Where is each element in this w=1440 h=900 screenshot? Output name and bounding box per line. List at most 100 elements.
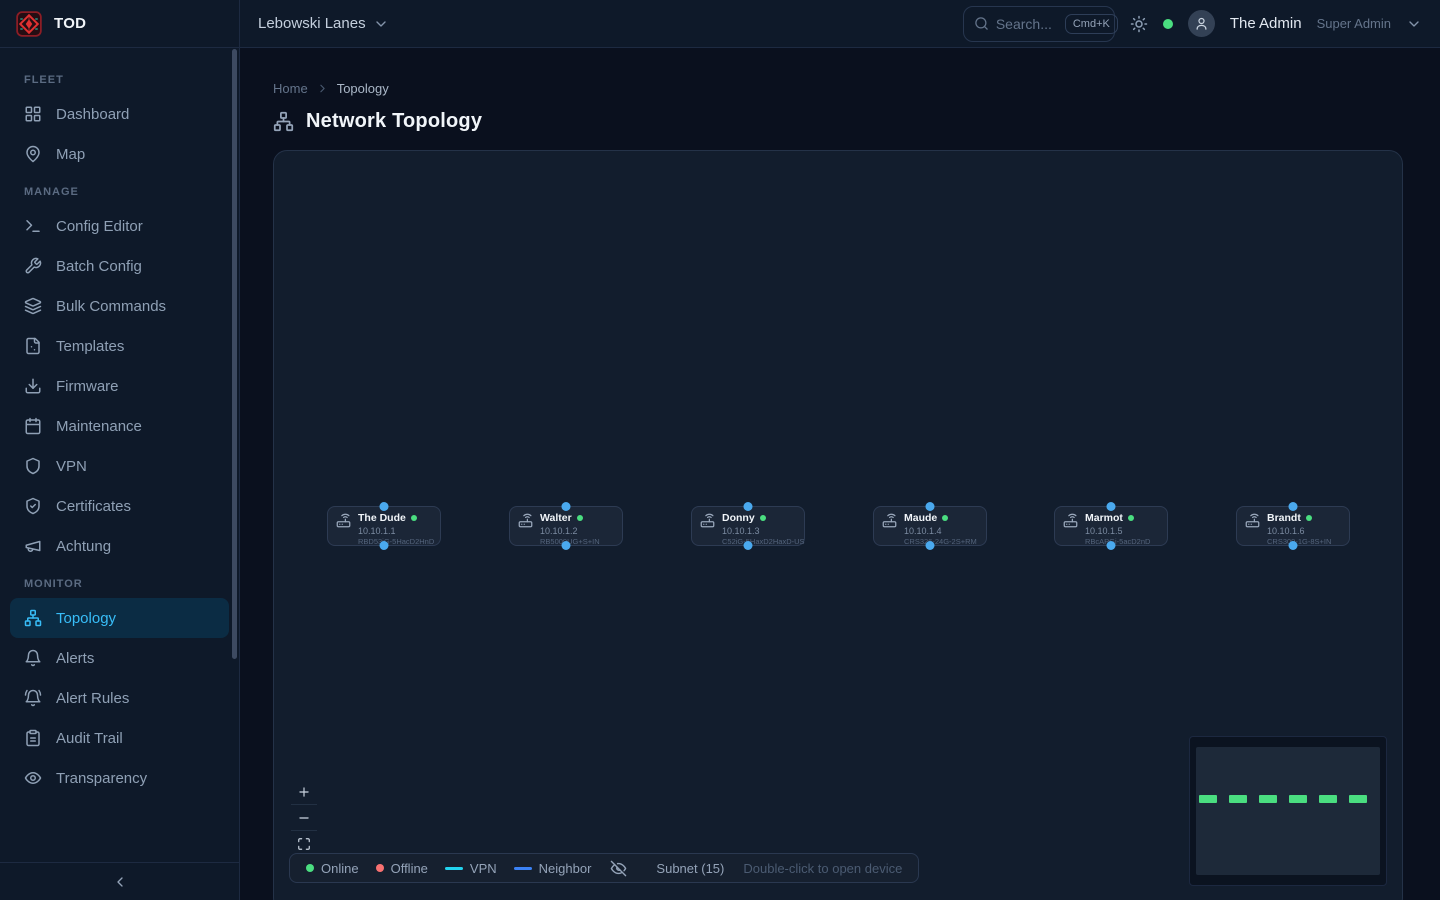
node-name: Maude	[904, 512, 937, 524]
sidebar-item-label: Audit Trail	[56, 730, 123, 747]
node-handle-top[interactable]	[562, 502, 571, 511]
wrench-icon	[24, 257, 42, 275]
node-model: CRS309-1G-8S+IN	[1267, 538, 1331, 547]
node-status-dot	[1306, 515, 1312, 521]
legend-neighbor-label: Neighbor	[539, 861, 592, 876]
sidebar-item-transparency[interactable]: Transparency	[10, 758, 229, 798]
sidebar: FLEET Dashboard Map MANAGE Config Editor…	[0, 48, 240, 900]
topology-canvas[interactable]: The Dude 10.10.1.1 RBD53iG-5HacD2HnD Wal…	[273, 150, 1403, 900]
offline-dot	[376, 864, 384, 872]
plus-icon	[297, 785, 311, 799]
sidebar-item-certificates[interactable]: Certificates	[10, 486, 229, 526]
section-label-manage: MANAGE	[24, 186, 215, 198]
bell-ring-icon	[24, 689, 42, 707]
search-input[interactable]	[996, 16, 1058, 32]
node-handle-bottom[interactable]	[744, 541, 753, 550]
layers-icon	[24, 297, 42, 315]
router-icon	[700, 513, 715, 528]
topology-node-donny[interactable]: Donny 10.10.1.3 C52iG-5HaxD2HaxD-US	[691, 506, 805, 546]
sidebar-item-topology[interactable]: Topology	[10, 598, 229, 638]
topology-node-maude[interactable]: Maude 10.10.1.4 CRS326-24G-2S+RM	[873, 506, 987, 546]
node-name: Donny	[722, 512, 755, 524]
theme-toggle-sun-icon[interactable]	[1130, 15, 1148, 33]
page-title: Network Topology	[306, 110, 482, 133]
sidebar-item-map[interactable]: Map	[10, 134, 229, 174]
node-handle-bottom[interactable]	[926, 541, 935, 550]
download-icon	[24, 377, 42, 395]
node-model: CRS326-24G-2S+RM	[904, 538, 977, 547]
legend-online: Online	[306, 861, 359, 876]
tenant-selector[interactable]: Lebowski Lanes	[258, 15, 389, 32]
sidebar-item-maintenance[interactable]: Maintenance	[10, 406, 229, 446]
sidebar-item-label: Config Editor	[56, 218, 143, 235]
shield-icon	[24, 457, 42, 475]
sidebar-item-audit-trail[interactable]: Audit Trail	[10, 718, 229, 758]
breadcrumb-home[interactable]: Home	[273, 81, 308, 96]
minimap-node-bar	[1259, 795, 1277, 803]
node-handle-bottom[interactable]	[1107, 541, 1116, 550]
node-status-dot	[577, 515, 583, 521]
main-content: Home Topology Network Topology The Dude …	[240, 48, 1440, 900]
sidebar-item-config-editor[interactable]: Config Editor	[10, 206, 229, 246]
sidebar-scrollbar[interactable]	[232, 49, 237, 659]
node-handle-top[interactable]	[744, 502, 753, 511]
topology-node-marmot[interactable]: Marmot 10.10.1.5 RBcAPGi-5acD2nD	[1054, 506, 1168, 546]
toggle-labels-eye-off-icon[interactable]	[610, 860, 627, 877]
sidebar-item-bulk-commands[interactable]: Bulk Commands	[10, 286, 229, 326]
topology-node-brandt[interactable]: Brandt 10.10.1.6 CRS309-1G-8S+IN	[1236, 506, 1350, 546]
sidebar-collapse-button[interactable]	[0, 862, 239, 900]
node-handle-top[interactable]	[926, 502, 935, 511]
topology-node-the-dude[interactable]: The Dude 10.10.1.1 RBD53iG-5HacD2HnD	[327, 506, 441, 546]
chevron-right-icon	[316, 82, 329, 95]
node-handle-bottom[interactable]	[1289, 541, 1298, 550]
node-handle-bottom[interactable]	[380, 541, 389, 550]
router-icon	[1063, 513, 1078, 528]
app-title: TOD	[54, 15, 86, 32]
sidebar-item-label: Batch Config	[56, 258, 142, 275]
sidebar-item-firmware[interactable]: Firmware	[10, 366, 229, 406]
node-handle-bottom[interactable]	[562, 541, 571, 550]
node-ip: 10.10.1.5	[1085, 526, 1150, 536]
zoom-in-button[interactable]	[291, 779, 317, 805]
user-menu-chevron-down-icon[interactable]	[1406, 16, 1422, 32]
bell-icon	[24, 649, 42, 667]
sidebar-item-alerts[interactable]: Alerts	[10, 638, 229, 678]
node-status-dot	[760, 515, 766, 521]
megaphone-icon	[24, 537, 42, 555]
vpn-line-swatch	[445, 867, 463, 870]
sidebar-item-achtung[interactable]: Achtung	[10, 526, 229, 566]
minimap-node-bar	[1199, 795, 1217, 803]
topology-node-walter[interactable]: Walter 10.10.1.2 RB5009UG+S+IN	[509, 506, 623, 546]
node-ip: 10.10.1.3	[722, 526, 805, 536]
zoom-out-button[interactable]	[291, 805, 317, 831]
sidebar-item-label: Achtung	[56, 538, 111, 555]
breadcrumb-current: Topology	[337, 81, 389, 96]
node-ip: 10.10.1.1	[358, 526, 434, 536]
maximize-icon	[297, 837, 311, 851]
node-ip: 10.10.1.6	[1267, 526, 1331, 536]
minus-icon	[297, 811, 311, 825]
sidebar-item-label: VPN	[56, 458, 87, 475]
sidebar-item-alert-rules[interactable]: Alert Rules	[10, 678, 229, 718]
search-shortcut-badge: Cmd+K	[1065, 14, 1118, 34]
avatar[interactable]	[1188, 10, 1215, 37]
neighbor-line-swatch	[514, 867, 532, 870]
node-handle-top[interactable]	[1107, 502, 1116, 511]
sidebar-item-dashboard[interactable]: Dashboard	[10, 94, 229, 134]
sidebar-item-label: Templates	[56, 338, 124, 355]
legend-neighbor: Neighbor	[514, 861, 592, 876]
node-handle-top[interactable]	[380, 502, 389, 511]
sidebar-item-templates[interactable]: Templates	[10, 326, 229, 366]
connection-status-dot	[1163, 19, 1173, 29]
section-label-monitor: MONITOR	[24, 578, 215, 590]
minimap[interactable]	[1189, 736, 1387, 886]
sidebar-item-vpn[interactable]: VPN	[10, 446, 229, 486]
map-pin-icon	[24, 145, 42, 163]
sidebar-item-label: Maintenance	[56, 418, 142, 435]
file-icon	[24, 337, 42, 355]
section-label-fleet: FLEET	[24, 74, 215, 86]
sidebar-item-batch-config[interactable]: Batch Config	[10, 246, 229, 286]
topology-icon	[273, 111, 294, 132]
node-handle-top[interactable]	[1289, 502, 1298, 511]
search-box[interactable]: Cmd+K	[963, 6, 1115, 42]
